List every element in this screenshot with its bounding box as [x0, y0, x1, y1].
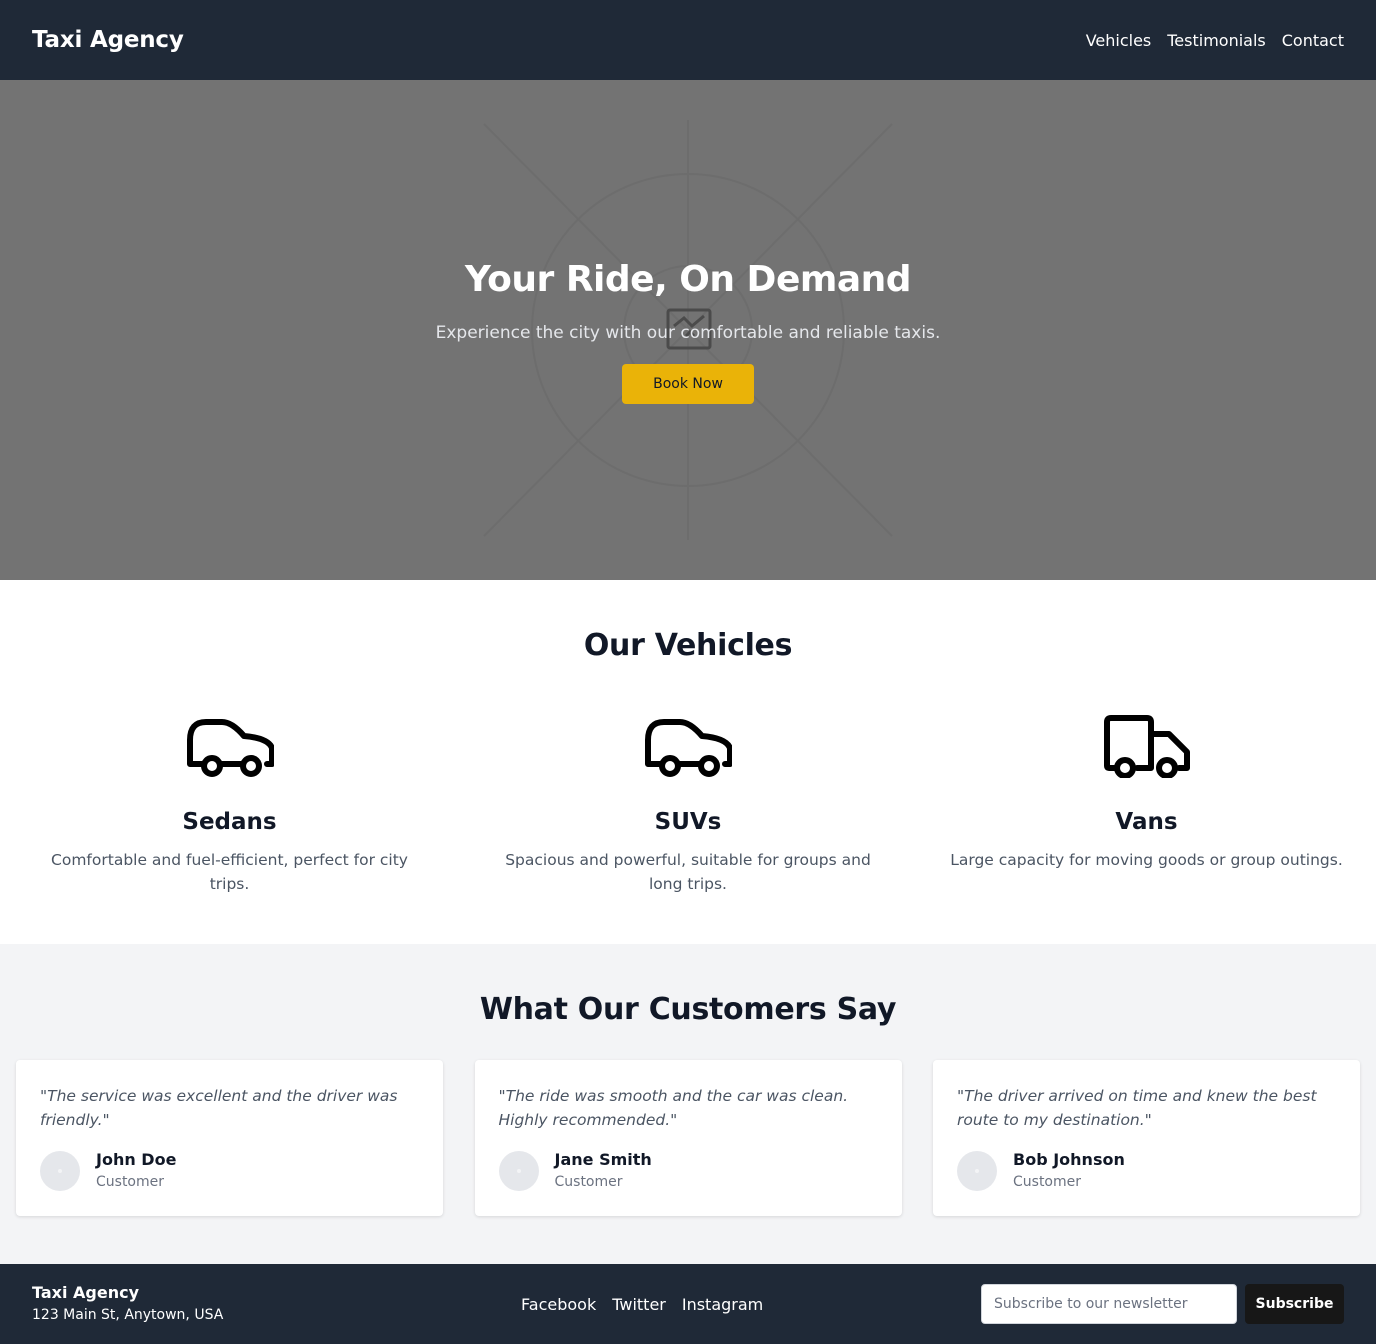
- testimonial-card: "The driver arrived on time and knew the…: [933, 1060, 1360, 1216]
- vehicle-description: Large capacity for moving goods or group…: [950, 851, 1343, 869]
- testimonials-title: What Our Customers Say: [479, 992, 897, 1027]
- vehicle-name: SUVs: [654, 809, 722, 835]
- footer-brand: Taxi Agency 123 Main St, Anytown, USA: [32, 1283, 223, 1325]
- author-role: Customer: [554, 1174, 623, 1190]
- testimonial-list: "The service was excellent and the drive…: [0, 1060, 1376, 1216]
- social-link-twitter[interactable]: Twitter: [612, 1295, 666, 1314]
- nav-link-contact[interactable]: Contact: [1282, 31, 1344, 50]
- author-meta: John Doe Customer: [96, 1150, 176, 1192]
- vehicle-list: Sedans Comfortable and fuel-efficient, p…: [0, 714, 1376, 896]
- newsletter-email-input[interactable]: [981, 1284, 1237, 1324]
- subscribe-button[interactable]: Subscribe: [1245, 1284, 1344, 1324]
- vehicle-name: Sedans: [182, 809, 277, 835]
- avatar: [498, 1151, 539, 1191]
- testimonial-author: Bob Johnson Customer: [957, 1150, 1336, 1192]
- car-icon: [645, 719, 732, 777]
- author-name: Bob Johnson: [1013, 1150, 1125, 1169]
- social-links: Facebook Twitter Instagram: [521, 1295, 763, 1314]
- vehicle-description: Spacious and powerful, suitable for grou…: [505, 851, 871, 893]
- avatar: [957, 1151, 997, 1191]
- testimonial-author: John Doe Customer: [40, 1150, 419, 1192]
- nav-link-vehicles[interactable]: Vehicles: [1086, 31, 1152, 50]
- vehicles-title: Our Vehicles: [583, 628, 793, 663]
- site-footer: Taxi Agency 123 Main St, Anytown, USA Fa…: [0, 1264, 1376, 1344]
- vehicle-card-sedans: Sedans Comfortable and fuel-efficient, p…: [16, 714, 443, 896]
- footer-brand-name: Taxi Agency: [32, 1283, 140, 1302]
- author-name: John Doe: [96, 1150, 177, 1169]
- hero-subtitle: Experience the city with our comfortable…: [435, 323, 941, 343]
- testimonial-card: "The ride was smooth and the car was cle…: [474, 1060, 902, 1216]
- vehicle-name: Vans: [1115, 809, 1178, 835]
- vehicles-section: Our Vehicles Sedans Comfortable and fuel…: [0, 580, 1376, 944]
- vehicle-description: Comfortable and fuel-efficient, perfect …: [51, 851, 408, 893]
- hero-title: Your Ride, On Demand: [464, 259, 912, 300]
- book-now-button[interactable]: Book Now: [622, 364, 754, 404]
- author-meta: Jane Smith Customer: [555, 1150, 652, 1192]
- nav-link-testimonials[interactable]: Testimonials: [1167, 31, 1266, 50]
- newsletter-form: Subscribe: [981, 1284, 1344, 1324]
- author-role: Customer: [1013, 1174, 1082, 1190]
- social-link-facebook[interactable]: Facebook: [521, 1295, 596, 1314]
- truck-icon: [1103, 715, 1190, 778]
- author-role: Customer: [96, 1174, 165, 1190]
- social-link-instagram[interactable]: Instagram: [682, 1295, 763, 1314]
- avatar-placeholder-icon: [516, 1169, 521, 1173]
- car-icon: [186, 719, 274, 777]
- testimonial-author: Jane Smith Customer: [498, 1150, 878, 1192]
- avatar-placeholder-icon: [975, 1169, 979, 1173]
- footer-address: 123 Main St, Anytown, USA: [32, 1307, 224, 1323]
- testimonial-card: "The service was excellent and the drive…: [16, 1060, 443, 1216]
- testimonial-quote: "The service was excellent and the drive…: [40, 1087, 398, 1129]
- testimonial-quote: "The driver arrived on time and knew the…: [957, 1087, 1317, 1129]
- avatar: [40, 1151, 80, 1191]
- avatar-placeholder-icon: [58, 1169, 62, 1173]
- vehicle-card-suvs: SUVs Spacious and powerful, suitable for…: [475, 714, 902, 896]
- testimonial-quote: "The ride was smooth and the car was cle…: [498, 1087, 849, 1129]
- author-meta: Bob Johnson Customer: [1013, 1150, 1125, 1192]
- site-header: Taxi Agency Vehicles Testimonials Contac…: [0, 0, 1376, 80]
- brand-logo[interactable]: Taxi Agency: [32, 27, 184, 53]
- hero-content: Your Ride, On Demand Experience the city…: [0, 258, 1376, 404]
- hero-section: Your Ride, On Demand Experience the city…: [0, 80, 1376, 580]
- testimonials-section: What Our Customers Say "The service was …: [0, 944, 1376, 1264]
- author-name: Jane Smith: [554, 1150, 652, 1169]
- vehicle-card-vans: Vans Large capacity for moving goods or …: [933, 714, 1360, 896]
- main-nav: Vehicles Testimonials Contact: [1086, 31, 1344, 50]
